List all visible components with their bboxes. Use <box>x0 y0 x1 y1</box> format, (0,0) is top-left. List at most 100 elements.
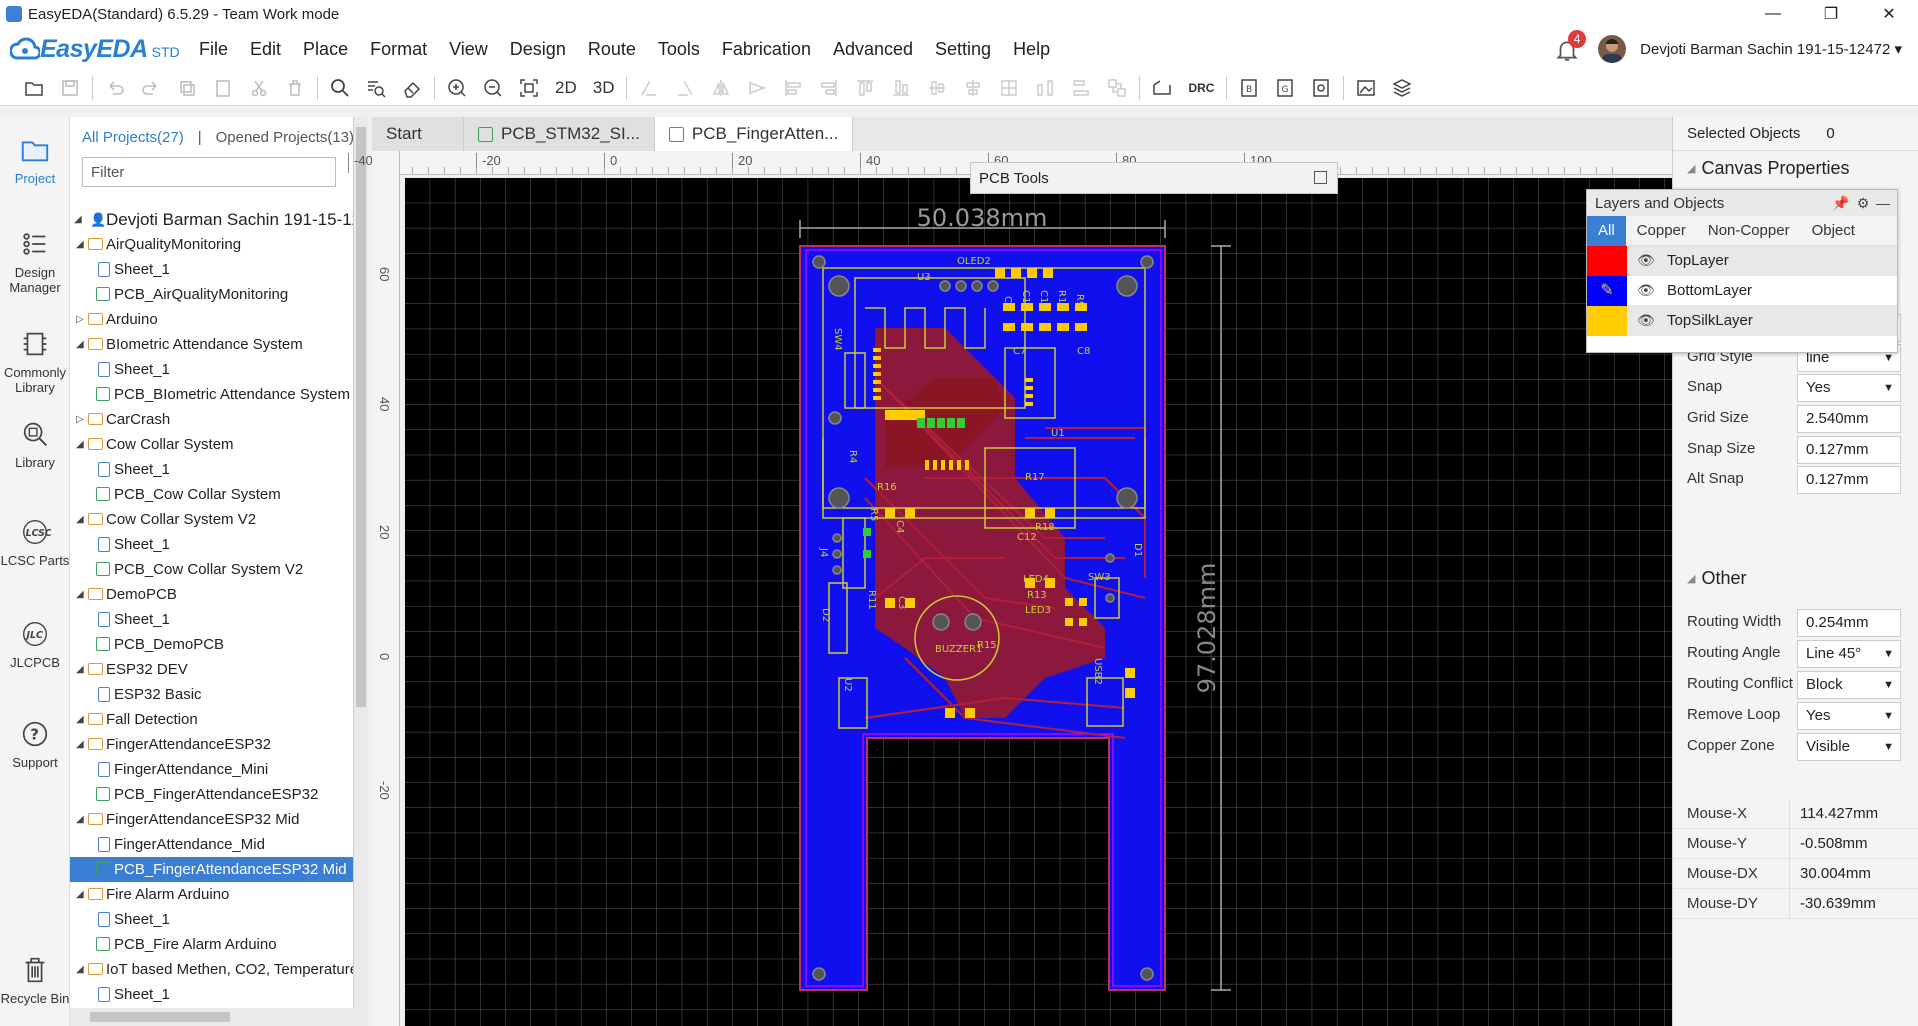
redo-icon[interactable] <box>133 73 169 103</box>
layer-row[interactable]: ✎ 👁 BottomLayer <box>1587 275 1897 306</box>
expanded-arrow-icon[interactable]: ◢ <box>76 807 86 832</box>
notification-bell[interactable]: 4 <box>1554 30 1587 64</box>
align-left-icon[interactable] <box>775 73 811 103</box>
prop-value-routing-angle[interactable]: Line 45° ▼ <box>1797 640 1901 668</box>
prop-value-remove-loop[interactable]: Yes ▼ <box>1797 702 1901 730</box>
tree-folder[interactable]: ◢ Fire Alarm Arduino <box>70 882 353 907</box>
route-icon[interactable] <box>1144 73 1180 103</box>
gear-icon[interactable]: ⚙ <box>1855 195 1871 211</box>
align-bottom-icon[interactable] <box>883 73 919 103</box>
copy-icon[interactable] <box>169 73 205 103</box>
minimize-button[interactable]: — <box>1744 0 1802 28</box>
menu-file[interactable]: File <box>188 28 239 70</box>
save-icon[interactable] <box>52 73 88 103</box>
tree-folder[interactable]: ◢ AirQualityMonitoring <box>70 232 353 257</box>
tree-file[interactable]: Sheet_1 <box>70 907 353 932</box>
flip-horizontal-icon[interactable] <box>703 73 739 103</box>
project-nav-button[interactable]: Project <box>0 133 70 186</box>
align-right-icon[interactable] <box>811 73 847 103</box>
collapsed-arrow-icon[interactable]: ▷ <box>76 307 86 332</box>
layers-tab-non-copper[interactable]: Non-Copper <box>1697 216 1801 246</box>
recycle-bin-nav-button[interactable]: Recycle Bin <box>0 953 70 1006</box>
menu-advanced[interactable]: Advanced <box>822 28 924 70</box>
tree-folder[interactable]: ◢ ESP32 DEV <box>70 657 353 682</box>
expanded-arrow-icon[interactable]: ◢ <box>74 207 84 232</box>
layer-color-swatch[interactable] <box>1587 245 1627 276</box>
tree-file[interactable]: PCB_DemoPCB <box>70 632 353 657</box>
tree-file[interactable]: Sheet_1 <box>70 982 353 1007</box>
jlcpcb-nav-button[interactable]: JLC JLCPCB <box>0 617 70 670</box>
prop-value-alt-snap[interactable]: 0.127mm <box>1797 466 1901 494</box>
pcb-canvas[interactable]: 50.038mm 97.028mm OLED2 U3 SW4 C9 C11 C1… <box>405 178 1672 1026</box>
lcsc-parts-nav-button[interactable]: LCSC LCSC Parts <box>0 515 70 568</box>
view-3d-button[interactable]: 3D <box>585 78 623 98</box>
tree-file[interactable]: Sheet_1 <box>70 257 353 282</box>
tree-file[interactable]: PCB_FingerAttendanceESP32 <box>70 782 353 807</box>
design-manager-nav-button[interactable]: Design Manager <box>0 227 70 295</box>
close-button[interactable]: ✕ <box>1860 0 1918 28</box>
tab-pcb-2[interactable]: PCB_FingerAtten... <box>654 117 854 151</box>
view-2d-button[interactable]: 2D <box>547 78 585 98</box>
maximize-icon[interactable] <box>1314 171 1327 184</box>
maximize-button[interactable]: ❐ <box>1802 0 1860 28</box>
prop-value-routing-conflict[interactable]: Block ▼ <box>1797 671 1901 699</box>
expanded-arrow-icon[interactable]: ◢ <box>76 432 86 457</box>
user-menu[interactable]: Devjoti Barman Sachin 191-15-12472 ▾ <box>1640 40 1902 58</box>
tree-folder[interactable]: ◢ IoT based Methen, CO2, Temperature <box>70 957 353 982</box>
expanded-arrow-icon[interactable]: ◢ <box>76 657 86 682</box>
tree-file[interactable]: FingerAttendance_Mid <box>70 832 353 857</box>
tree-file[interactable]: PCB_BIometric Attendance System <box>70 382 353 407</box>
library-nav-button[interactable]: Library <box>0 417 70 470</box>
expanded-arrow-icon[interactable]: ◢ <box>76 707 86 732</box>
tree-file[interactable]: PCB_Cow Collar System V2 <box>70 557 353 582</box>
tab-pcb-1[interactable]: PCB_STM32_SI... <box>464 117 655 151</box>
expanded-arrow-icon[interactable]: ◢ <box>76 732 86 757</box>
align-grid-icon[interactable] <box>991 73 1027 103</box>
distribute-h-icon[interactable] <box>1027 73 1063 103</box>
menu-place[interactable]: Place <box>292 28 359 70</box>
filter-input[interactable]: Filter <box>82 157 336 187</box>
eye-icon[interactable]: 👁 <box>1637 252 1659 269</box>
all-projects-tab[interactable]: All Projects(27) <box>82 129 184 146</box>
tree-folder[interactable]: ◢ DemoPCB <box>70 582 353 607</box>
tree-file[interactable]: PCB_Cow Collar System <box>70 482 353 507</box>
eye-icon[interactable]: 👁 <box>1637 282 1659 299</box>
project-tree-vscroll[interactable] <box>354 117 368 1026</box>
menu-setting[interactable]: Setting <box>924 28 1002 70</box>
opened-projects-tab[interactable]: Opened Projects(13) <box>216 129 353 146</box>
menu-format[interactable]: Format <box>359 28 438 70</box>
prop-value-grid-size[interactable]: 2.540mm <box>1797 405 1901 433</box>
tree-folder[interactable]: ◢ Cow Collar System <box>70 432 353 457</box>
rotate-right-icon[interactable] <box>667 73 703 103</box>
prop-value-routing-width[interactable]: 0.254mm <box>1797 609 1901 637</box>
align-center-h-icon[interactable] <box>955 73 991 103</box>
layers-panel[interactable]: Layers and Objects 📌 ⚙ — All Copper Non-Co… <box>1586 189 1898 353</box>
minimize-icon[interactable]: — <box>1875 195 1891 211</box>
menu-fabrication[interactable]: Fabrication <box>711 28 822 70</box>
expanded-arrow-icon[interactable]: ◢ <box>76 332 86 357</box>
layer-color-swatch[interactable] <box>1587 305 1627 336</box>
layer-color-swatch[interactable]: ✎ <box>1587 275 1627 306</box>
tree-folder[interactable]: ▷ CarCrash <box>70 407 353 432</box>
tree-user[interactable]: ◢ 👤Devjoti Barman Sachin 191-15-12472 <box>70 207 353 232</box>
rotate-left-icon[interactable] <box>631 73 667 103</box>
menu-tools[interactable]: Tools <box>647 28 711 70</box>
expanded-arrow-icon[interactable]: ◢ <box>76 882 86 907</box>
bom-icon[interactable]: B <box>1231 73 1267 103</box>
find-similar-icon[interactable] <box>358 73 394 103</box>
layer-row[interactable]: 👁 TopLayer <box>1587 245 1897 276</box>
eye-icon[interactable]: 👁 <box>1637 312 1659 329</box>
commonly-library-nav-button[interactable]: Commonly Library <box>0 327 70 395</box>
tree-file[interactable]: Sheet_1 <box>70 357 353 382</box>
menu-view[interactable]: View <box>438 28 499 70</box>
tree-file[interactable]: ESP32 Basic <box>70 682 353 707</box>
layers-tab-copper[interactable]: Copper <box>1626 216 1697 246</box>
drc-button[interactable]: DRC <box>1180 81 1222 95</box>
tree-file[interactable]: PCB_AirQualityMonitoring <box>70 282 353 307</box>
layers-tab-object[interactable]: Object <box>1801 216 1866 246</box>
layers-icon[interactable] <box>1384 73 1420 103</box>
layer-row[interactable]: 👁 TopSilkLayer <box>1587 305 1897 336</box>
pcb-tools-panel[interactable]: PCB Tools <box>970 162 1338 194</box>
expanded-arrow-icon[interactable]: ◢ <box>76 582 86 607</box>
avatar[interactable] <box>1598 35 1627 63</box>
